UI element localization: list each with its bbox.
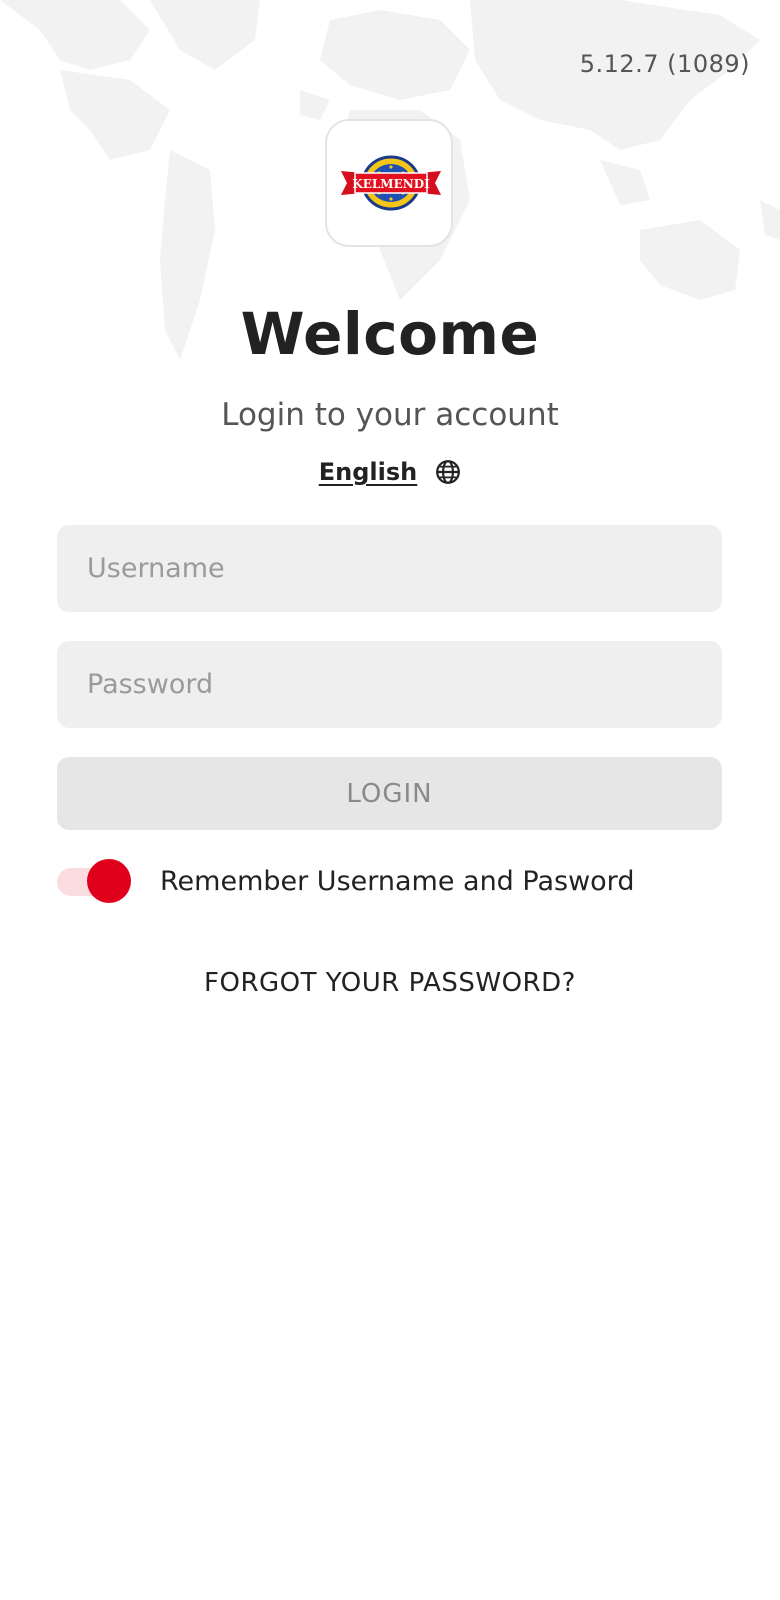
- globe-icon[interactable]: [435, 459, 461, 485]
- remember-toggle[interactable]: [57, 858, 133, 906]
- password-input[interactable]: [57, 641, 722, 728]
- forgot-password-link[interactable]: FORGOT YOUR PASSWORD?: [0, 968, 780, 998]
- language-label[interactable]: English: [319, 458, 417, 486]
- toggle-knob: [87, 859, 131, 903]
- remember-label[interactable]: Remember Username and Pasword: [160, 866, 634, 897]
- logo-text: KELMENDI: [352, 177, 430, 191]
- login-button[interactable]: LOGIN: [57, 757, 722, 830]
- app-version: 5.12.7 (1089): [579, 50, 750, 78]
- username-input[interactable]: [57, 525, 722, 612]
- login-subtitle: Login to your account: [221, 397, 559, 433]
- kelmendi-logo-icon: KELMENDI: [341, 155, 441, 211]
- app-logo: KELMENDI: [325, 119, 453, 247]
- login-screen: 5.12.7 (1089) KELMENDI Welcome Login to …: [0, 0, 780, 1600]
- welcome-title: Welcome: [240, 300, 540, 368]
- language-selector[interactable]: English: [0, 458, 780, 486]
